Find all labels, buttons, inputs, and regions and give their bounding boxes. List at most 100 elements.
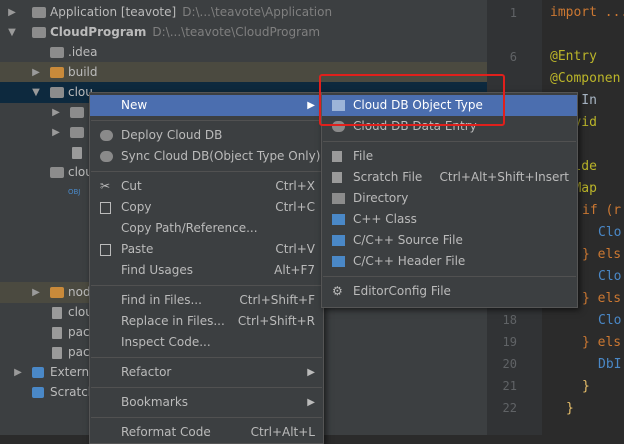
menu-item-cpp-source[interactable]: C/C++ Source File [322, 230, 577, 251]
menu-item-copy-path[interactable]: Copy Path/Reference... [90, 218, 323, 239]
folder-icon [70, 107, 84, 118]
shortcut-label: Ctrl+V [275, 242, 315, 256]
annotation-highlight-box [319, 74, 505, 126]
menu-item-find-usages[interactable]: Find Usages Alt+F7 [90, 260, 323, 281]
context-menu: New ▶ Deploy Cloud DB Sync Cloud DB(Obje… [89, 92, 324, 444]
tree-item-label: .idea [68, 45, 98, 59]
file-icon [72, 147, 82, 159]
menu-separator [91, 417, 322, 418]
cloud-sync-icon [100, 151, 113, 162]
submenu-arrow-icon: ▶ [307, 100, 315, 111]
chevron-right-icon[interactable]: ▶ [50, 122, 62, 143]
shortcut-label: Ctrl+Alt+L [250, 425, 315, 439]
paste-icon [100, 244, 111, 256]
line-number: 20 [502, 357, 517, 371]
folder-icon [50, 47, 64, 58]
shortcut-label: Ctrl+Shift+F [239, 293, 315, 307]
code-line: import ... [550, 5, 624, 20]
menu-item-replace-in-files[interactable]: Replace in Files... Ctrl+Shift+R [90, 311, 323, 332]
tree-item-label: pac [68, 325, 90, 339]
code-line: } [566, 401, 574, 416]
file-icon [52, 347, 62, 359]
menu-item-bookmarks[interactable]: Bookmarks ▶ [90, 392, 323, 413]
menu-item-label: Bookmarks [121, 395, 189, 409]
code-line: @Entry [550, 49, 597, 64]
shortcut-label: Ctrl+X [275, 179, 315, 193]
menu-item-label: Deploy Cloud DB [121, 128, 223, 142]
file-icon [332, 151, 342, 162]
menu-item-label: C/C++ Source File [353, 233, 463, 247]
menu-separator [91, 285, 322, 286]
tree-item-label: Application [teavote] [50, 5, 177, 19]
menu-item-inspect-code[interactable]: Inspect Code... [90, 332, 323, 353]
menu-item-find-in-files[interactable]: Find in Files... Ctrl+Shift+F [90, 290, 323, 311]
tree-item-label: CloudProgram [50, 25, 147, 39]
menu-item-copy[interactable]: Copy Ctrl+C [90, 197, 323, 218]
menu-item-label: Replace in Files... [121, 314, 225, 328]
chevron-down-icon[interactable]: ▼ [30, 82, 42, 103]
menu-item-refactor[interactable]: Refactor ▶ [90, 362, 323, 383]
menu-item-label: Reformat Code [121, 425, 211, 439]
menu-item-label: C++ Class [353, 212, 417, 226]
menu-item-paste[interactable]: Paste Ctrl+V [90, 239, 323, 260]
code-line: if (r [582, 203, 622, 218]
tree-item-label: build [68, 65, 98, 79]
shortcut-label: Ctrl+Alt+Shift+Insert [439, 170, 569, 184]
menu-item-deploy-cloud-db[interactable]: Deploy Cloud DB [90, 125, 323, 146]
shortcut-label: Ctrl+Shift+R [237, 314, 315, 328]
chevron-right-icon[interactable]: ▶ [30, 62, 42, 83]
menu-item-file[interactable]: File [322, 146, 577, 167]
menu-item-label: Find Usages [121, 263, 194, 277]
menu-item-cut[interactable]: ✂ Cut Ctrl+X [90, 176, 323, 197]
gear-icon: ⚙ [332, 284, 343, 298]
chevron-right-icon[interactable]: ▶ [12, 362, 24, 383]
file-icon [52, 307, 62, 319]
code-line: } els [582, 335, 622, 350]
menu-item-directory[interactable]: Directory [322, 188, 577, 209]
menu-item-scratch-file[interactable]: Scratch File Ctrl+Alt+Shift+Insert [322, 167, 577, 188]
scissors-icon: ✂ [100, 179, 111, 193]
code-line: Clo [598, 269, 622, 284]
tree-item-label: nod [68, 285, 91, 299]
folder-icon [50, 87, 64, 98]
line-number: 1 [509, 6, 517, 20]
cpp-source-icon [332, 235, 345, 246]
copy-icon [100, 202, 111, 214]
menu-item-label: Sync Cloud DB(Object Type Only) [121, 149, 321, 163]
line-number: 18 [502, 313, 517, 327]
chevron-right-icon[interactable]: ▶ [6, 2, 18, 23]
line-number: 6 [509, 50, 517, 64]
tree-item-label: pac [68, 345, 90, 359]
code-line: } els [582, 247, 622, 262]
scratch-icon [32, 387, 44, 398]
tree-item-application[interactable]: ▶ Application [teavote] D:\...\teavote\Ap… [0, 2, 487, 23]
chevron-down-icon[interactable]: ▼ [6, 22, 18, 43]
menu-separator [91, 357, 322, 358]
tree-item-cloudprogram[interactable]: ▼ CloudProgram D:\...\teavote\CloudProgra… [0, 22, 487, 43]
menu-separator [91, 387, 322, 388]
menu-item-editorconfig[interactable]: ⚙ EditorConfig File [322, 281, 577, 302]
menu-item-label: Copy Path/Reference... [121, 221, 258, 235]
tree-item-idea[interactable]: .idea [0, 42, 487, 63]
menu-item-label: Scratch File [353, 170, 423, 184]
folder-icon [50, 167, 64, 178]
menu-item-sync-cloud-db[interactable]: Sync Cloud DB(Object Type Only) [90, 146, 323, 167]
obj-badge: OBJ [68, 188, 81, 196]
line-number: 19 [502, 335, 517, 349]
menu-item-new[interactable]: New ▶ [90, 95, 323, 116]
menu-item-label: EditorConfig File [353, 284, 451, 298]
menu-separator [91, 120, 322, 121]
menu-item-cpp-class[interactable]: C++ Class [322, 209, 577, 230]
folder-icon [332, 193, 345, 204]
tree-item-path: D:\...\teavote\CloudProgram [152, 25, 321, 39]
menu-item-label: Refactor [121, 365, 172, 379]
folder-icon [50, 287, 64, 298]
submenu-arrow-icon: ▶ [307, 367, 315, 378]
code-line: } els [582, 291, 622, 306]
code-line: Clo [598, 225, 622, 240]
menu-item-cpp-header[interactable]: C/C++ Header File [322, 251, 577, 272]
cpp-header-icon [332, 256, 345, 267]
chevron-right-icon[interactable]: ▶ [50, 102, 62, 123]
chevron-right-icon[interactable]: ▶ [30, 282, 42, 303]
menu-item-reformat-code[interactable]: Reformat Code Ctrl+Alt+L [90, 422, 323, 443]
